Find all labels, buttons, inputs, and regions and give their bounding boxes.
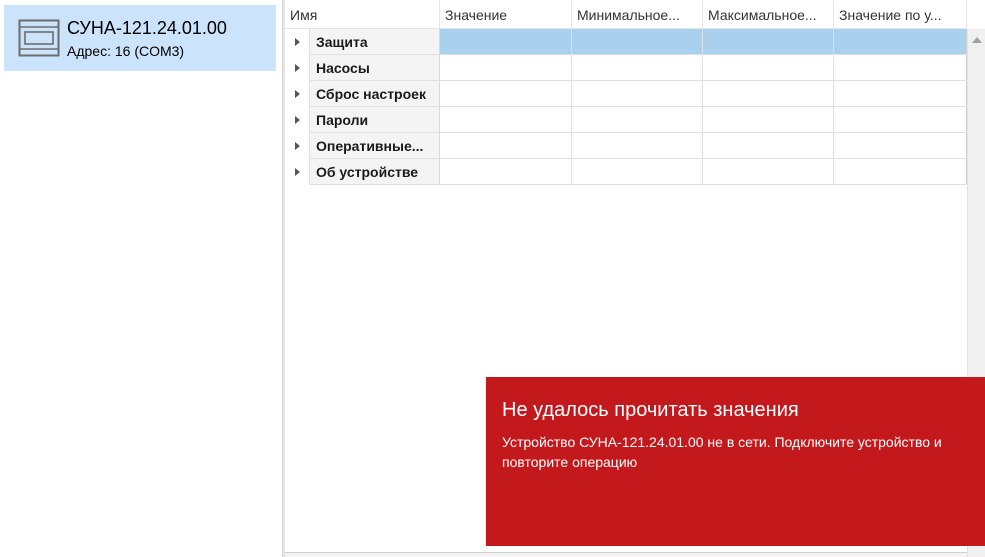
column-header-value[interactable]: Значение [440,0,572,29]
row-name: Защита [309,29,440,54]
column-header-default[interactable]: Значение по у... [834,0,967,29]
cell-value[interactable] [440,55,572,80]
device-address: Адрес: 16 (COM3) [67,43,185,59]
cell-max [703,55,834,80]
cell-min [572,159,703,184]
grid-bottom-edge [285,552,967,557]
table-row[interactable]: Насосы [285,55,967,81]
error-title: Не удалось прочитать значения [502,399,799,421]
expand-arrow-icon[interactable] [285,55,309,81]
device-list: СУНА-121.24.01.00 Адрес: 16 (COM3) [0,0,282,557]
row-name: Насосы [309,55,440,80]
cell-value[interactable] [440,107,572,132]
cell-min [572,55,703,80]
cell-value[interactable] [440,29,572,54]
cell-default [834,55,967,80]
table-row[interactable]: Оперативные... [285,133,967,159]
row-name: Об устройстве [309,159,440,184]
app-window: СУНА-121.24.01.00 Адрес: 16 (COM3) Имя З… [0,0,985,557]
expand-arrow-icon[interactable] [285,107,309,133]
table-row[interactable]: Защита [285,29,967,55]
scroll-up-icon[interactable] [972,37,982,43]
cell-default [834,29,967,54]
column-header-min[interactable]: Минимальное... [572,0,703,29]
cell-value[interactable] [440,81,572,106]
table-row[interactable]: Пароли [285,107,967,133]
cell-min [572,29,703,54]
grid-header: Имя Значение Минимальное... Максимальное… [285,0,967,29]
device-rack-icon [18,19,60,57]
expand-arrow-icon[interactable] [285,81,309,107]
cell-value[interactable] [440,133,572,158]
cell-default [834,81,967,106]
cell-min [572,133,703,158]
table-row[interactable]: Сброс настроек [285,81,967,107]
expand-arrow-icon[interactable] [285,29,309,55]
row-name: Пароли [309,107,440,132]
table-row[interactable]: Об устройстве [285,159,967,185]
cell-max [703,107,834,132]
expand-arrow-icon[interactable] [285,159,309,185]
cell-default [834,133,967,158]
row-name: Сброс настроек [309,81,440,106]
cell-max [703,133,834,158]
cell-default [834,107,967,132]
column-header-max[interactable]: Максимальное... [703,0,834,29]
cell-value[interactable] [440,159,572,184]
cell-default [834,159,967,184]
cell-min [572,107,703,132]
row-name: Оперативные... [309,133,440,158]
cell-max [703,159,834,184]
device-list-item[interactable]: СУНА-121.24.01.00 Адрес: 16 (COM3) [4,5,276,71]
device-name: СУНА-121.24.01.00 [67,18,227,38]
error-notification[interactable]: Не удалось прочитать значения Устройство… [486,377,985,546]
expand-arrow-icon[interactable] [285,133,309,159]
cell-min [572,81,703,106]
cell-max [703,81,834,106]
column-header-name[interactable]: Имя [285,0,440,29]
grid-rows: Защита Насосы Сброс настроек Пароли Опер… [285,29,967,185]
error-message: Устройство СУНА-121.24.01.00 не в сети. … [502,434,942,470]
cell-max [703,29,834,54]
